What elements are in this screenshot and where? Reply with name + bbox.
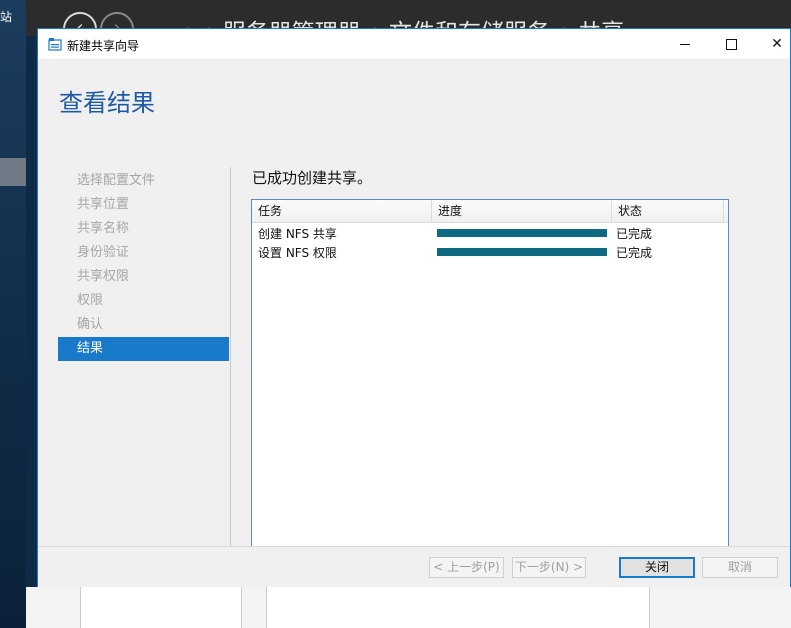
close-window-button[interactable]: ✕ (754, 29, 791, 59)
step-confirmation: 确认 (77, 317, 104, 332)
step-share-permissions: 共享权限 (77, 269, 130, 284)
previous-button[interactable]: < 上一步(P) (429, 557, 504, 578)
desktop-tile (0, 158, 26, 186)
task-name: 创建 NFS 共享 (258, 227, 337, 241)
column-header-task[interactable]: 任务 (252, 200, 432, 222)
column-header-status[interactable]: 状态 (612, 200, 724, 222)
desktop-edge: 站 (0, 0, 26, 628)
table-header: 任务 进度 状态 (252, 200, 728, 223)
table-row[interactable]: 设置 NFS 权限 已完成 (252, 242, 728, 261)
results-table: 任务 进度 状态 创建 NFS 共享 已完成 设置 NFS 权限 已完成 (251, 199, 729, 554)
step-select-profile: 选择配置文件 (77, 173, 156, 188)
next-button[interactable]: 下一步(N) > (512, 557, 586, 578)
step-share-location: 共享位置 (77, 197, 130, 212)
column-header-progress[interactable]: 进度 (432, 200, 612, 222)
task-name: 设置 NFS 权限 (258, 246, 337, 260)
step-authentication: 身份验证 (77, 245, 130, 260)
close-button[interactable]: 关闭 (619, 557, 695, 578)
server-manager-pane (266, 587, 650, 628)
step-results: 结果 (58, 337, 229, 361)
result-message: 已成功创建共享。 (252, 169, 373, 187)
dialog-titlebar[interactable]: 新建共享向导 ✕ (38, 29, 790, 59)
progress-fill (437, 248, 607, 256)
server-manager-body (26, 587, 791, 628)
task-status: 已完成 (616, 246, 653, 260)
desktop-icon-label: 站 (0, 10, 13, 24)
maximize-icon (725, 38, 737, 50)
dialog-title: 新建共享向导 (67, 39, 140, 53)
progress-bar (437, 248, 607, 256)
pane-divider (230, 167, 231, 553)
minimize-button[interactable] (662, 29, 708, 59)
table-row[interactable]: 创建 NFS 共享 已完成 (252, 223, 728, 242)
progress-fill (437, 229, 607, 237)
share-wizard-icon (48, 38, 62, 51)
task-status: 已完成 (616, 227, 653, 241)
close-icon: ✕ (771, 36, 783, 52)
page-title: 查看结果 (59, 89, 155, 117)
step-permissions: 权限 (77, 293, 104, 308)
server-manager-pane (80, 587, 242, 628)
cancel-button[interactable]: 取消 (702, 557, 778, 578)
new-share-wizard-dialog: 新建共享向导 ✕ 查看结果 选择配置文件 共享位置 共享名称 身份验证 共享权限… (37, 28, 791, 587)
step-share-name: 共享名称 (77, 221, 130, 236)
wizard-content: 查看结果 选择配置文件 共享位置 共享名称 身份验证 共享权限 权限 确认 结果… (38, 59, 790, 554)
progress-bar (437, 229, 607, 237)
wizard-footer: < 上一步(P) 下一步(N) > 关闭 取消 (38, 546, 790, 587)
maximize-button[interactable] (708, 29, 754, 59)
minimize-icon (680, 43, 690, 45)
wizard-steps: 选择配置文件 共享位置 共享名称 身份验证 共享权限 权限 确认 结果 (58, 169, 229, 361)
